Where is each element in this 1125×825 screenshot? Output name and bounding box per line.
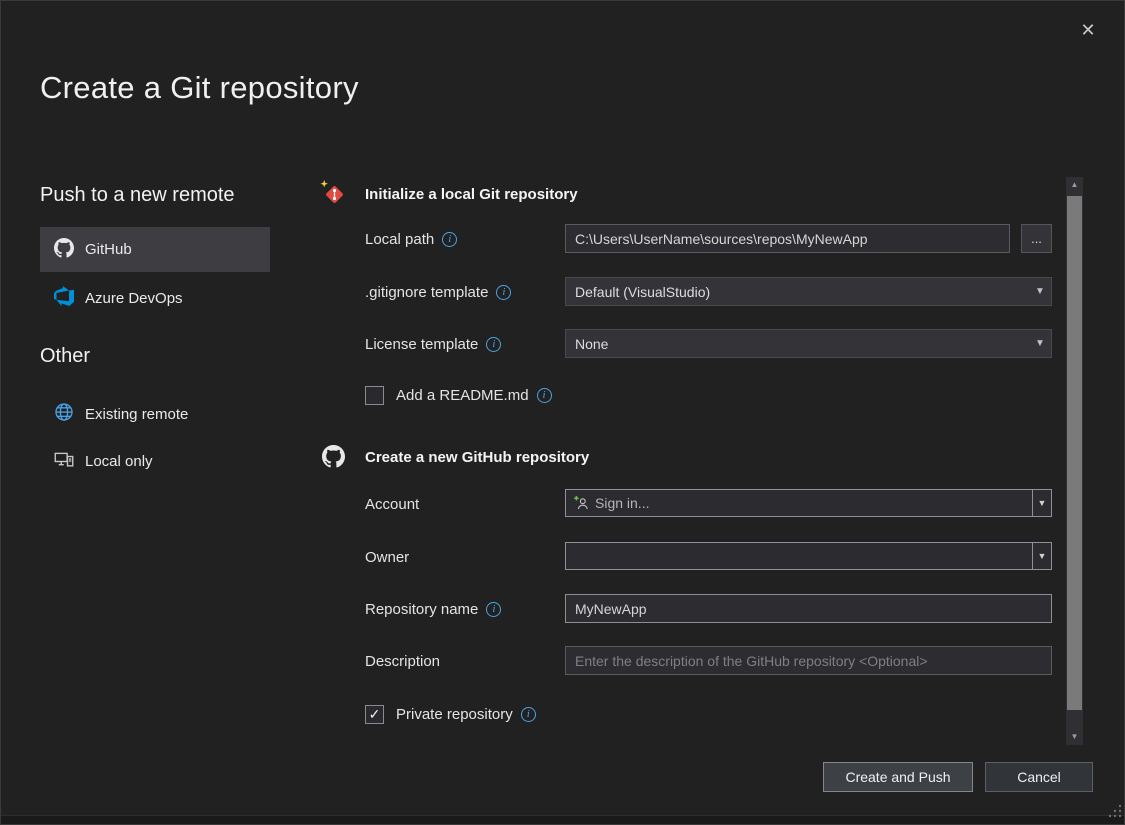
- github-icon: [54, 238, 74, 262]
- chevron-down-icon: ▼: [1029, 286, 1051, 297]
- sidebar-item-local-only[interactable]: Local only: [40, 441, 270, 481]
- github-icon: [322, 445, 345, 473]
- sidebar-item-label: Existing remote: [85, 406, 188, 423]
- readme-label: Add a README.md: [396, 387, 529, 404]
- resize-grip-icon[interactable]: [1108, 804, 1122, 823]
- globe-icon: [54, 402, 74, 426]
- description-label: Description: [365, 653, 440, 670]
- scrollbar-thumb[interactable]: [1067, 196, 1082, 710]
- bottom-status-strip: [0, 815, 1125, 825]
- local-path-label: Local path: [365, 231, 434, 248]
- azure-devops-icon: [54, 286, 74, 310]
- scroll-down-icon[interactable]: ▼: [1066, 729, 1083, 745]
- license-label: License template: [365, 336, 478, 353]
- repository-name-label: Repository name: [365, 601, 478, 618]
- scrollbar[interactable]: ▲ ▼: [1066, 177, 1083, 745]
- section-title-initialize: Initialize a local Git repository: [365, 186, 578, 203]
- computer-icon: [54, 449, 74, 473]
- sidebar-item-azure-devops[interactable]: Azure DevOps: [40, 277, 270, 319]
- owner-row: Owner ▼: [365, 542, 1052, 572]
- sign-in-person-icon: [573, 495, 589, 511]
- info-icon[interactable]: i: [442, 232, 457, 247]
- owner-combo[interactable]: ▼: [565, 542, 1052, 570]
- section-title-github: Create a new GitHub repository: [365, 449, 589, 466]
- cancel-button[interactable]: Cancel: [985, 762, 1093, 792]
- private-repo-label: Private repository: [396, 706, 513, 723]
- owner-label: Owner: [365, 549, 409, 566]
- gitignore-label: .gitignore template: [365, 284, 488, 301]
- chevron-down-icon: ▼: [1029, 338, 1051, 349]
- info-icon[interactable]: i: [486, 337, 501, 352]
- readme-checkbox[interactable]: [365, 386, 384, 405]
- sidebar-item-label: GitHub: [85, 241, 132, 258]
- sidebar-item-label: Azure DevOps: [85, 290, 183, 307]
- scroll-up-icon[interactable]: ▲: [1066, 177, 1083, 193]
- info-icon[interactable]: i: [486, 602, 501, 617]
- page-title: Create a Git repository: [40, 70, 359, 106]
- browse-button[interactable]: ...: [1021, 224, 1052, 253]
- info-icon[interactable]: i: [521, 707, 536, 722]
- gitignore-selected-value: Default (VisualStudio): [566, 284, 1029, 300]
- gitignore-row: .gitignore template i Default (VisualStud…: [365, 277, 1052, 307]
- license-selected-value: None: [566, 336, 1029, 352]
- description-row: Description: [365, 646, 1052, 676]
- private-repo-row: ✓ Private repository i: [365, 699, 1052, 729]
- sidebar-item-github[interactable]: GitHub: [40, 227, 270, 272]
- account-value: Sign in...: [595, 495, 1032, 511]
- info-icon[interactable]: i: [496, 285, 511, 300]
- account-label: Account: [365, 496, 419, 513]
- local-path-input[interactable]: [565, 224, 1010, 253]
- create-and-push-button[interactable]: Create and Push: [823, 762, 973, 792]
- git-init-icon: [320, 180, 346, 211]
- license-row: License template i None ▼: [365, 329, 1052, 359]
- readme-row: Add a README.md i: [365, 380, 1052, 410]
- sidebar-header-other: Other: [40, 345, 90, 368]
- private-repo-checkbox[interactable]: ✓: [365, 705, 384, 724]
- repository-name-input[interactable]: [565, 594, 1052, 623]
- sidebar-item-label: Local only: [85, 453, 153, 470]
- local-path-row: Local path i ...: [365, 224, 1052, 254]
- account-row: Account Sign in... ▼: [365, 489, 1052, 519]
- license-select[interactable]: None ▼: [565, 329, 1052, 358]
- check-icon: ✓: [369, 706, 381, 723]
- close-icon[interactable]: ✕: [1068, 12, 1108, 48]
- create-git-repository-dialog: ✕ Create a Git repository Push to a new …: [0, 0, 1125, 825]
- gitignore-select[interactable]: Default (VisualStudio) ▼: [565, 277, 1052, 306]
- chevron-down-icon[interactable]: ▼: [1032, 490, 1051, 516]
- sidebar-item-existing-remote[interactable]: Existing remote: [40, 394, 270, 434]
- sidebar-header-push-remote: Push to a new remote: [40, 184, 235, 207]
- info-icon[interactable]: i: [537, 388, 552, 403]
- repository-name-row: Repository name i: [365, 594, 1052, 624]
- account-combo[interactable]: Sign in... ▼: [565, 489, 1052, 517]
- description-input[interactable]: [565, 646, 1052, 675]
- chevron-down-icon[interactable]: ▼: [1032, 543, 1051, 569]
